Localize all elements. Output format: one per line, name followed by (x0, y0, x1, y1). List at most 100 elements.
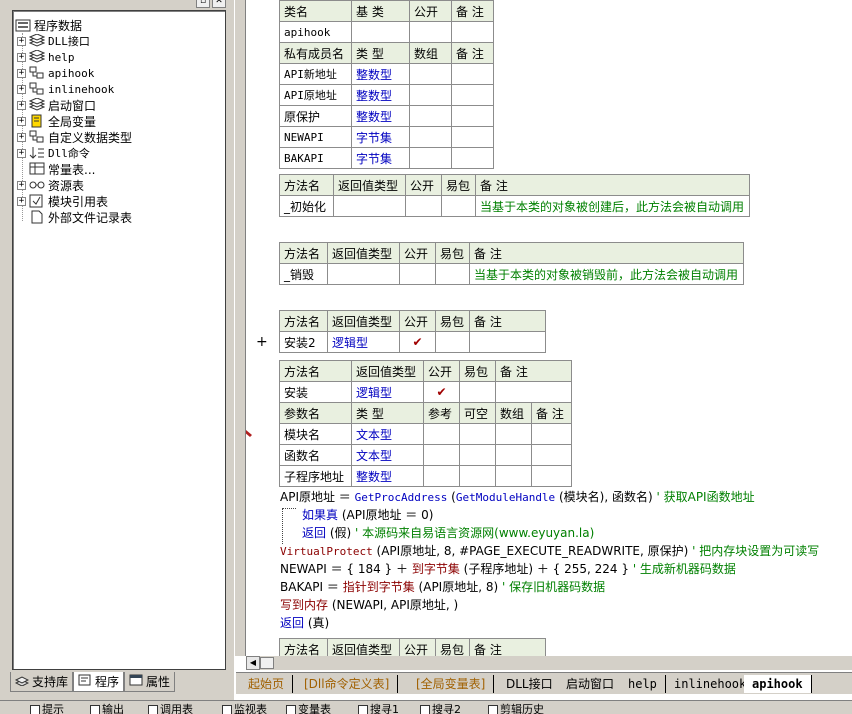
tab-startup-window[interactable]: 启动窗口 (558, 675, 624, 693)
param-remark[interactable] (531, 444, 572, 466)
member-array[interactable] (409, 126, 452, 148)
method-easy-pack[interactable] (441, 195, 476, 217)
method-comment[interactable]: 当基于本类的对象被创建后，此方法会被自动调用 (475, 195, 750, 217)
member-remark[interactable] (451, 105, 494, 127)
tree-item[interactable]: + help (17, 49, 75, 65)
code-line[interactable]: NEWAPI ＝ { 184 } ＋ 到字节集 (子程序地址) ＋ { 255,… (280, 560, 736, 578)
tree-item[interactable]: + DLL接口 (17, 33, 90, 49)
param-type[interactable]: 文本型 (351, 423, 424, 445)
member-type[interactable]: 整数型 (351, 63, 410, 85)
param-array[interactable] (495, 444, 532, 466)
tree-item[interactable]: + apihook (17, 65, 94, 81)
method-comment[interactable]: 当基于本类的对象被销毁前，此方法会被自动调用 (469, 263, 744, 285)
method-name[interactable]: _初始化 (279, 195, 334, 217)
method-easy-pack[interactable] (459, 381, 496, 403)
base-class-cell[interactable] (351, 21, 410, 43)
member-type[interactable]: 字节集 (351, 147, 410, 169)
tab-support-library[interactable]: 支持库 (10, 672, 74, 692)
tab-search1[interactable]: 搜寻1 (358, 703, 399, 714)
method-return-type[interactable] (333, 195, 406, 217)
tab-tips[interactable]: 提示 (30, 703, 64, 714)
tree-item[interactable]: 外部文件记录表 (17, 209, 132, 225)
code-line[interactable]: BAKAPI ＝ 指针到字节集 (API原地址, 8) ' 保存旧机器码数据 (280, 578, 605, 596)
table-row[interactable]: 原保护 整数型 (279, 105, 494, 127)
member-remark[interactable] (451, 84, 494, 106)
expand-plus-icon[interactable]: + (17, 52, 26, 62)
expand-plus-icon[interactable]: + (17, 180, 26, 190)
expand-plus-icon[interactable]: + (17, 116, 26, 126)
param-nullable[interactable] (459, 423, 496, 445)
member-array[interactable] (409, 147, 452, 169)
param-nullable[interactable] (459, 444, 496, 466)
tab-global-var-table[interactable]: [全局变量表] (408, 675, 495, 693)
tab-help[interactable]: help (620, 675, 666, 693)
expand-plus-icon[interactable]: + (17, 148, 26, 158)
member-name[interactable]: NEWAPI (279, 126, 352, 148)
param-remark[interactable] (531, 465, 572, 487)
method-remark[interactable] (495, 381, 572, 403)
code-editor[interactable]: 类名 基 类 公开 备 注 apihook 私有成员名 类 型 数组 备 注 A… (246, 0, 852, 656)
param-name[interactable]: 模块名 (279, 423, 352, 445)
member-name[interactable]: API新地址 (279, 63, 352, 85)
tab-apihook[interactable]: apihook (744, 675, 812, 693)
param-type[interactable]: 整数型 (351, 465, 424, 487)
tree-item[interactable]: + Dll命令 (17, 145, 90, 161)
member-type[interactable]: 整数型 (351, 84, 410, 106)
param-remark[interactable] (531, 423, 572, 445)
expand-plus-icon[interactable]: + (17, 84, 26, 94)
member-type[interactable]: 字节集 (351, 126, 410, 148)
tab-start-page[interactable]: 起始页 (240, 675, 294, 693)
tree-root[interactable]: 程序数据 (15, 17, 82, 33)
code-line[interactable]: 如果真 (API原地址 ＝ 0) (302, 506, 433, 524)
tab-call-table[interactable]: 调用表 (148, 703, 193, 714)
code-line[interactable]: API原地址 ＝ GetProcAddress (GetModuleHandle… (280, 488, 755, 506)
tree-item[interactable]: + inlinehook (17, 81, 114, 97)
method-name[interactable]: _销毁 (279, 263, 328, 285)
method-return-type[interactable]: 逻辑型 (327, 331, 400, 353)
member-array[interactable] (409, 105, 452, 127)
table-row[interactable]: BAKAPI 字节集 (279, 147, 494, 169)
member-array[interactable] (409, 63, 452, 85)
method-easy-pack[interactable] (435, 263, 470, 285)
tree-item[interactable]: + 模块引用表 (17, 193, 108, 209)
expand-plus-icon[interactable]: + (17, 100, 26, 110)
tab-clip-history[interactable]: 剪辑历史 (488, 703, 544, 714)
tree-item[interactable]: + 启动窗口 (17, 97, 96, 113)
tab-program[interactable]: 程序 (73, 672, 125, 692)
scroll-left-icon[interactable]: ◀ (246, 656, 260, 670)
method-remark[interactable] (469, 331, 546, 353)
code-line[interactable]: 写到内存 (NEWAPI, API原地址, ) (280, 596, 458, 614)
method-return-type[interactable] (327, 263, 400, 285)
tab-inlinehook[interactable]: inlinehook (666, 675, 756, 693)
panel-splitter[interactable] (234, 0, 246, 656)
member-name[interactable]: API原地址 (279, 84, 352, 106)
table-row[interactable]: NEWAPI 字节集 (279, 126, 494, 148)
param-ref[interactable] (423, 423, 460, 445)
tab-properties[interactable]: 属性 (124, 672, 176, 692)
public-check-icon[interactable]: ✔ (423, 381, 460, 403)
tab-watch-table[interactable]: 监视表 (222, 703, 267, 714)
close-icon[interactable]: ✕ (212, 0, 226, 8)
horizontal-scrollbar[interactable]: ◀ (246, 656, 852, 670)
tab-var-table[interactable]: 变量表 (286, 703, 331, 714)
expand-plus-icon[interactable]: + (17, 68, 26, 78)
expand-plus-icon[interactable]: + (17, 132, 26, 142)
table-row[interactable]: 模块名 文本型 (279, 423, 572, 445)
method-name[interactable]: 安装2 (279, 331, 328, 353)
param-ref[interactable] (423, 465, 460, 487)
param-array[interactable] (495, 423, 532, 445)
table-row[interactable]: API新地址 整数型 (279, 63, 494, 85)
table-row[interactable]: API原地址 整数型 (279, 84, 494, 106)
collapsed-expand-icon[interactable]: + (256, 334, 268, 350)
param-name[interactable]: 子程序地址 (279, 465, 352, 487)
tab-dll-interface[interactable]: DLL接口 (498, 675, 562, 693)
tree-item[interactable]: 常量表... (17, 161, 95, 177)
member-remark[interactable] (451, 126, 494, 148)
code-line[interactable]: VirtualProtect (API原地址, 8, #PAGE_EXECUTE… (280, 542, 819, 560)
method-public[interactable] (405, 195, 442, 217)
public-check-icon[interactable]: ✔ (399, 331, 436, 353)
method-public[interactable] (399, 263, 436, 285)
expand-plus-icon[interactable]: + (17, 36, 26, 46)
code-line[interactable]: 返回 (真) (280, 614, 329, 632)
member-type[interactable]: 整数型 (351, 105, 410, 127)
